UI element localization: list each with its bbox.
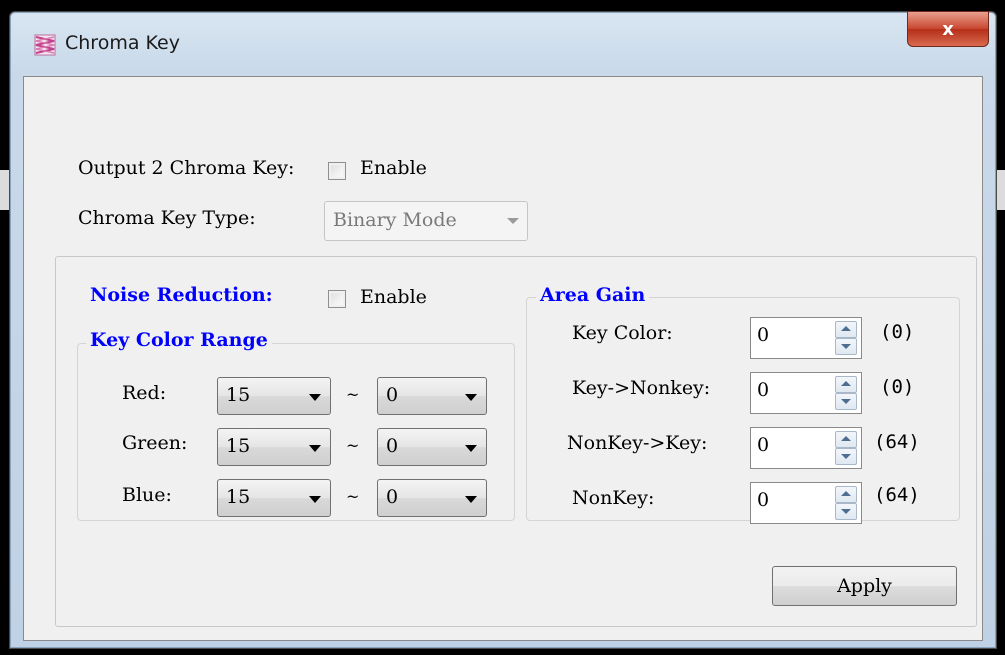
- output-enable-label[interactable]: Enable: [360, 157, 427, 179]
- chroma-key-type-select[interactable]: Binary Mode: [324, 201, 528, 241]
- green-to-select[interactable]: 0: [377, 428, 487, 466]
- red-to-value: 0: [386, 384, 399, 406]
- red-to-select[interactable]: 0: [377, 377, 487, 415]
- key-nonkey-gain-value: 0: [757, 379, 770, 401]
- key-nonkey-gain-spinner[interactable]: 0: [750, 372, 862, 414]
- chevron-down-icon: [465, 394, 477, 401]
- chevron-down-icon: [309, 496, 321, 503]
- spin-up-icon[interactable]: [835, 376, 857, 393]
- key-color-gain-current: (0): [880, 321, 915, 343]
- spin-up-icon[interactable]: [835, 431, 857, 448]
- key-color-gain-spinner[interactable]: 0: [750, 317, 862, 359]
- title-bar[interactable]: Chroma Key x: [10, 11, 996, 76]
- green-label: Green:: [122, 432, 188, 454]
- spin-up-icon[interactable]: [835, 486, 857, 503]
- nonkey-gain-current: (64): [874, 484, 920, 506]
- noise-enable-checkbox[interactable]: [328, 290, 346, 308]
- chroma-key-type-label: Chroma Key Type:: [78, 207, 256, 229]
- chevron-down-icon: [309, 394, 321, 401]
- spin-down-icon[interactable]: [835, 503, 857, 520]
- spin-down-icon[interactable]: [835, 393, 857, 410]
- output-chroma-key-label: Output 2 Chroma Key:: [78, 157, 295, 179]
- spin-down-icon[interactable]: [835, 448, 857, 465]
- green-to-value: 0: [386, 435, 399, 457]
- blue-from-value: 15: [226, 486, 251, 508]
- window-title: Chroma Key: [65, 32, 180, 54]
- blue-range-separator: ~: [346, 487, 360, 506]
- nonkey-key-gain-value: 0: [757, 434, 770, 456]
- green-range-separator: ~: [346, 436, 360, 455]
- close-button[interactable]: x: [907, 11, 989, 47]
- nonkey-key-gain-label: NonKey->Key:: [567, 432, 708, 454]
- key-nonkey-gain-current: (0): [880, 376, 915, 398]
- nonkey-gain-value: 0: [757, 489, 770, 511]
- noise-enable-label[interactable]: Enable: [360, 286, 427, 308]
- red-from-value: 15: [226, 384, 251, 406]
- key-nonkey-gain-label: Key->Nonkey:: [572, 377, 711, 399]
- apply-button[interactable]: Apply: [772, 566, 957, 606]
- close-icon: x: [942, 18, 954, 40]
- desktop-strip-left: [0, 170, 9, 210]
- chevron-down-icon: [465, 445, 477, 452]
- nonkey-gain-spinner[interactable]: 0: [750, 482, 862, 524]
- blue-label: Blue:: [122, 484, 172, 506]
- red-from-select[interactable]: 15: [217, 377, 331, 415]
- green-from-value: 15: [226, 435, 251, 457]
- spin-down-icon[interactable]: [835, 338, 857, 355]
- output-enable-checkbox[interactable]: [328, 162, 346, 180]
- key-color-gain-value: 0: [757, 324, 770, 346]
- noise-reduction-label: Noise Reduction:: [86, 284, 277, 306]
- nonkey-key-gain-spinner[interactable]: 0: [750, 427, 862, 469]
- blue-to-value: 0: [386, 486, 399, 508]
- nonkey-gain-label: NonKey:: [572, 487, 655, 509]
- blue-from-select[interactable]: 15: [217, 479, 331, 517]
- key-color-gain-label: Key Color:: [572, 322, 673, 344]
- chevron-down-icon: [309, 445, 321, 452]
- key-color-range-title: Key Color Range: [86, 329, 272, 351]
- area-gain-title: Area Gain: [536, 284, 650, 306]
- chroma-key-type-value: Binary Mode: [333, 209, 457, 231]
- red-label: Red:: [122, 382, 167, 404]
- chevron-down-icon: [465, 496, 477, 503]
- red-range-separator: ~: [346, 385, 360, 404]
- blue-to-select[interactable]: 0: [377, 479, 487, 517]
- green-from-select[interactable]: 15: [217, 428, 331, 466]
- nonkey-key-gain-current: (64): [874, 431, 920, 453]
- spin-up-icon[interactable]: [835, 321, 857, 338]
- chroma-key-app-icon: [34, 34, 56, 56]
- chevron-down-icon: [507, 218, 519, 224]
